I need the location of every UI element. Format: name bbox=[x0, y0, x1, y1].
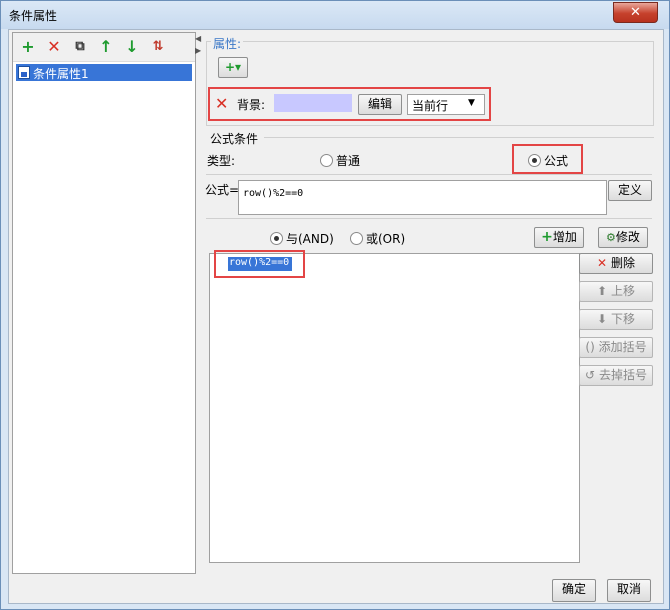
remove-bracket-icon: ↺ bbox=[585, 368, 596, 382]
panel-splitter[interactable]: ◀ ▶ bbox=[195, 32, 201, 572]
modify-condition-button[interactable]: ⚙修改 bbox=[598, 227, 648, 248]
condition-icon bbox=[18, 66, 30, 79]
define-button[interactable]: 定义 bbox=[608, 180, 652, 201]
properties-panel: 属性: +▾ ✕ 背景: 编辑 当前行 ▼ 公式条件 类型: 普通 公式 公式= bbox=[202, 32, 660, 572]
delete-icon[interactable]: ✕ bbox=[45, 38, 63, 56]
arrow-up-icon: ⬆ bbox=[597, 284, 608, 298]
or-label: 或(OR) bbox=[366, 232, 406, 246]
formula-input-value: row()%2==0 bbox=[243, 188, 304, 199]
dialog-window: 条件属性 ✕ + ✕ ⧉ ↑ ↓ ⇅ 条件属性1 ◀ ▶ 属性: +▾ ✕ 背景… bbox=[0, 0, 670, 610]
move-up-button[interactable]: ⬆ 上移 bbox=[579, 281, 653, 302]
type-normal-label: 普通 bbox=[336, 154, 361, 168]
tree-item-label: 条件属性1 bbox=[33, 67, 89, 81]
move-down-icon[interactable]: ↓ bbox=[123, 38, 141, 56]
close-button[interactable]: ✕ bbox=[613, 2, 658, 23]
move-up-label: 上移 bbox=[610, 284, 635, 298]
divider bbox=[206, 218, 652, 219]
chevron-down-icon[interactable]: ▼ bbox=[468, 98, 475, 108]
formula-input[interactable]: row()%2==0 bbox=[238, 180, 607, 215]
collapse-right-icon[interactable]: ▶ bbox=[195, 46, 201, 55]
move-down-button[interactable]: ⬇ 下移 bbox=[579, 309, 653, 330]
condition-list-panel: + ✕ ⧉ ↑ ↓ ⇅ 条件属性1 bbox=[12, 32, 196, 574]
tree-item-condition-1[interactable]: 条件属性1 bbox=[16, 64, 192, 81]
add-icon[interactable]: + bbox=[19, 38, 37, 56]
delete-condition-label: 删除 bbox=[610, 256, 635, 270]
delete-icon: ✕ bbox=[597, 256, 608, 270]
type-label: 类型: bbox=[207, 154, 236, 168]
divider bbox=[206, 174, 652, 175]
or-radio[interactable] bbox=[350, 232, 363, 245]
list-toolbar: + ✕ ⧉ ↑ ↓ ⇅ bbox=[13, 33, 195, 62]
remove-bracket-label: 去掉括号 bbox=[598, 368, 647, 382]
plus-icon: + bbox=[541, 229, 553, 245]
add-condition-button[interactable]: +增加 bbox=[534, 227, 584, 248]
move-up-icon[interactable]: ↑ bbox=[97, 38, 115, 56]
ok-button[interactable]: 确定 bbox=[552, 579, 596, 602]
scope-select-value: 当前行 bbox=[412, 99, 449, 113]
add-condition-label: 增加 bbox=[552, 230, 577, 244]
and-label: 与(AND) bbox=[286, 232, 334, 246]
bracket-icon: () bbox=[585, 340, 595, 354]
formula-label: 公式= bbox=[205, 183, 240, 197]
arrow-down-icon: ⬇ bbox=[597, 312, 608, 326]
type-normal-radio[interactable] bbox=[320, 154, 333, 167]
background-label: 背景: bbox=[237, 98, 266, 112]
collapse-left-icon[interactable]: ◀ bbox=[195, 34, 201, 43]
sort-icon[interactable]: ⇅ bbox=[149, 38, 167, 56]
move-down-label: 下移 bbox=[610, 312, 635, 326]
group-divider bbox=[264, 137, 654, 138]
add-bracket-label: 添加括号 bbox=[598, 340, 647, 354]
modify-condition-label: 修改 bbox=[615, 230, 640, 244]
properties-group-title: 属性: bbox=[211, 35, 244, 52]
dialog-body: + ✕ ⧉ ↑ ↓ ⇅ 条件属性1 ◀ ▶ 属性: +▾ ✕ 背景: 编辑 当前… bbox=[8, 29, 664, 604]
copy-icon[interactable]: ⧉ bbox=[71, 38, 89, 56]
background-color-swatch[interactable] bbox=[274, 94, 352, 112]
remove-bracket-button[interactable]: ↺ 去掉括号 bbox=[579, 365, 653, 386]
window-title: 条件属性 bbox=[9, 9, 58, 23]
edit-background-button[interactable]: 编辑 bbox=[358, 94, 402, 115]
delete-condition-button[interactable]: ✕ 删除 bbox=[579, 253, 653, 274]
condition-item-highlight bbox=[214, 250, 305, 278]
title-bar: 条件属性 ✕ bbox=[1, 1, 669, 29]
cancel-button[interactable]: 取消 bbox=[607, 579, 651, 602]
condition-list[interactable]: row()%2==0 bbox=[209, 253, 580, 563]
scope-select[interactable]: 当前行 ▼ bbox=[407, 94, 485, 115]
type-formula-radio[interactable] bbox=[528, 154, 541, 167]
formula-condition-title: 公式条件 bbox=[208, 130, 261, 147]
remove-background-icon[interactable]: ✕ bbox=[215, 94, 228, 113]
and-radio[interactable] bbox=[270, 232, 283, 245]
modify-icon: ⚙ bbox=[606, 231, 616, 244]
add-bracket-button[interactable]: () 添加括号 bbox=[579, 337, 653, 358]
add-property-menu-button[interactable]: +▾ bbox=[218, 57, 248, 78]
type-formula-label: 公式 bbox=[544, 154, 569, 168]
